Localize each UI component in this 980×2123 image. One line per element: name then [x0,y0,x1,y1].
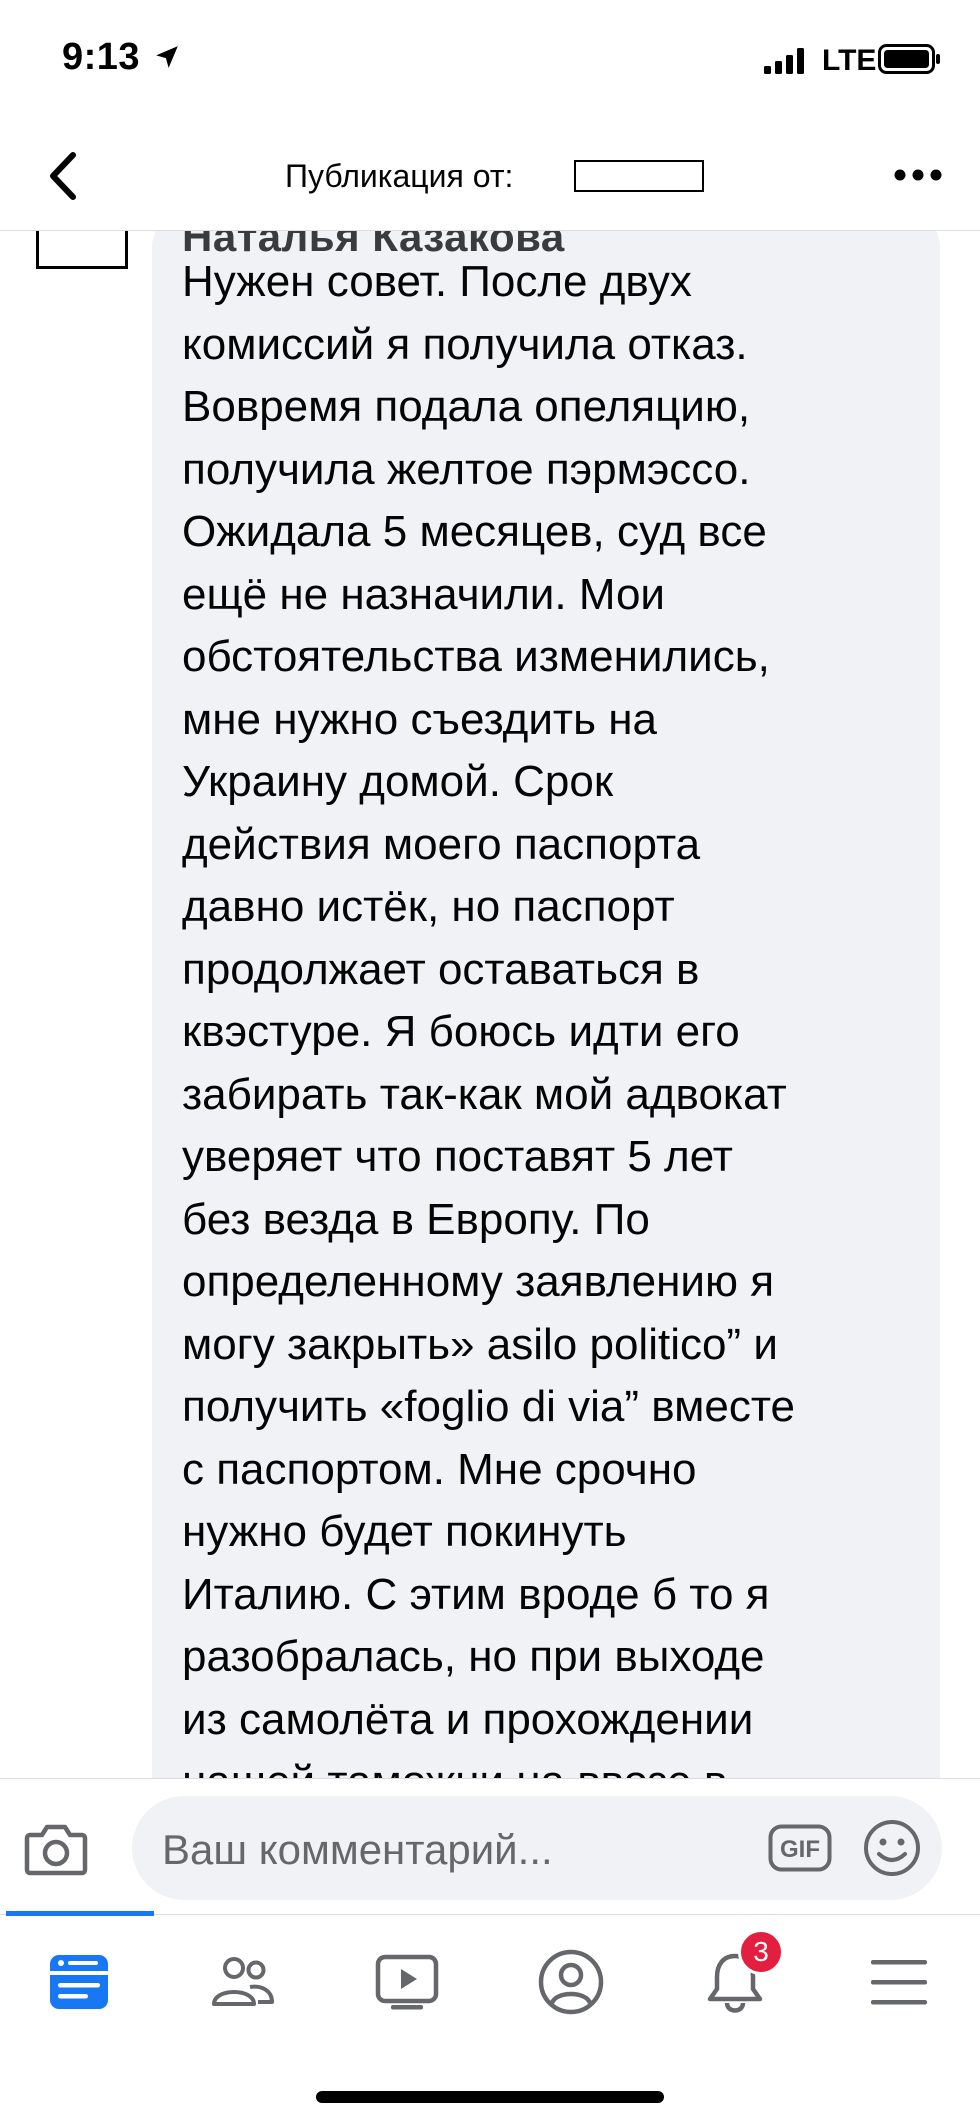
location-arrow-icon [156,46,178,68]
status-time: 9:13 [62,36,141,78]
gif-icon: GIF [768,1824,832,1872]
comment-text: Нужен совет. После двух комиссий я получ… [182,257,796,1778]
bottom-tab-bar: 3 [0,1911,980,2123]
news-feed-icon [50,1955,108,2009]
page-title: Публикация от: [285,158,514,194]
post-header: Публикация от: [0,120,980,231]
menu-icon [871,1960,927,2005]
tab-profile[interactable] [536,1947,606,2017]
gif-button[interactable]: GIF [768,1824,832,1872]
comment-input-placeholder: Ваш комментарий... [162,1826,553,1873]
more-options-button[interactable] [888,150,948,200]
gif-label: GIF [780,1836,820,1863]
watch-icon [375,1954,439,2010]
groups-icon [212,1957,274,2006]
tab-menu[interactable] [864,1947,934,2017]
comment-input[interactable]: Ваш комментарий... GIF [132,1796,942,1900]
back-button[interactable] [36,146,88,206]
more-horizontal-icon [894,169,942,181]
network-type-label: LTE [822,44,877,77]
profile-icon [538,1949,604,2015]
redacted-author-name [574,160,704,192]
battery-icon [878,44,940,74]
avatar[interactable] [36,231,128,269]
tab-news-feed[interactable] [44,1947,114,2017]
active-tab-indicator [6,1911,154,1916]
notification-badge: 3 [738,1929,784,1975]
emoji-button[interactable] [862,1818,922,1878]
home-indicator[interactable] [316,2091,664,2103]
tab-groups[interactable] [208,1947,278,2017]
comment-composer: Ваш комментарий... GIF [0,1778,980,1915]
smiley-icon [864,1820,920,1876]
comment-thread[interactable]: Наталья Казакова Нужен совет. После двух… [0,231,980,1778]
status-bar: 9:13 LTE [0,0,980,120]
cellular-signal-icon [764,48,804,74]
chevron-left-icon [50,152,76,200]
tab-watch[interactable] [372,1947,442,2017]
camera-icon[interactable] [24,1819,88,1877]
